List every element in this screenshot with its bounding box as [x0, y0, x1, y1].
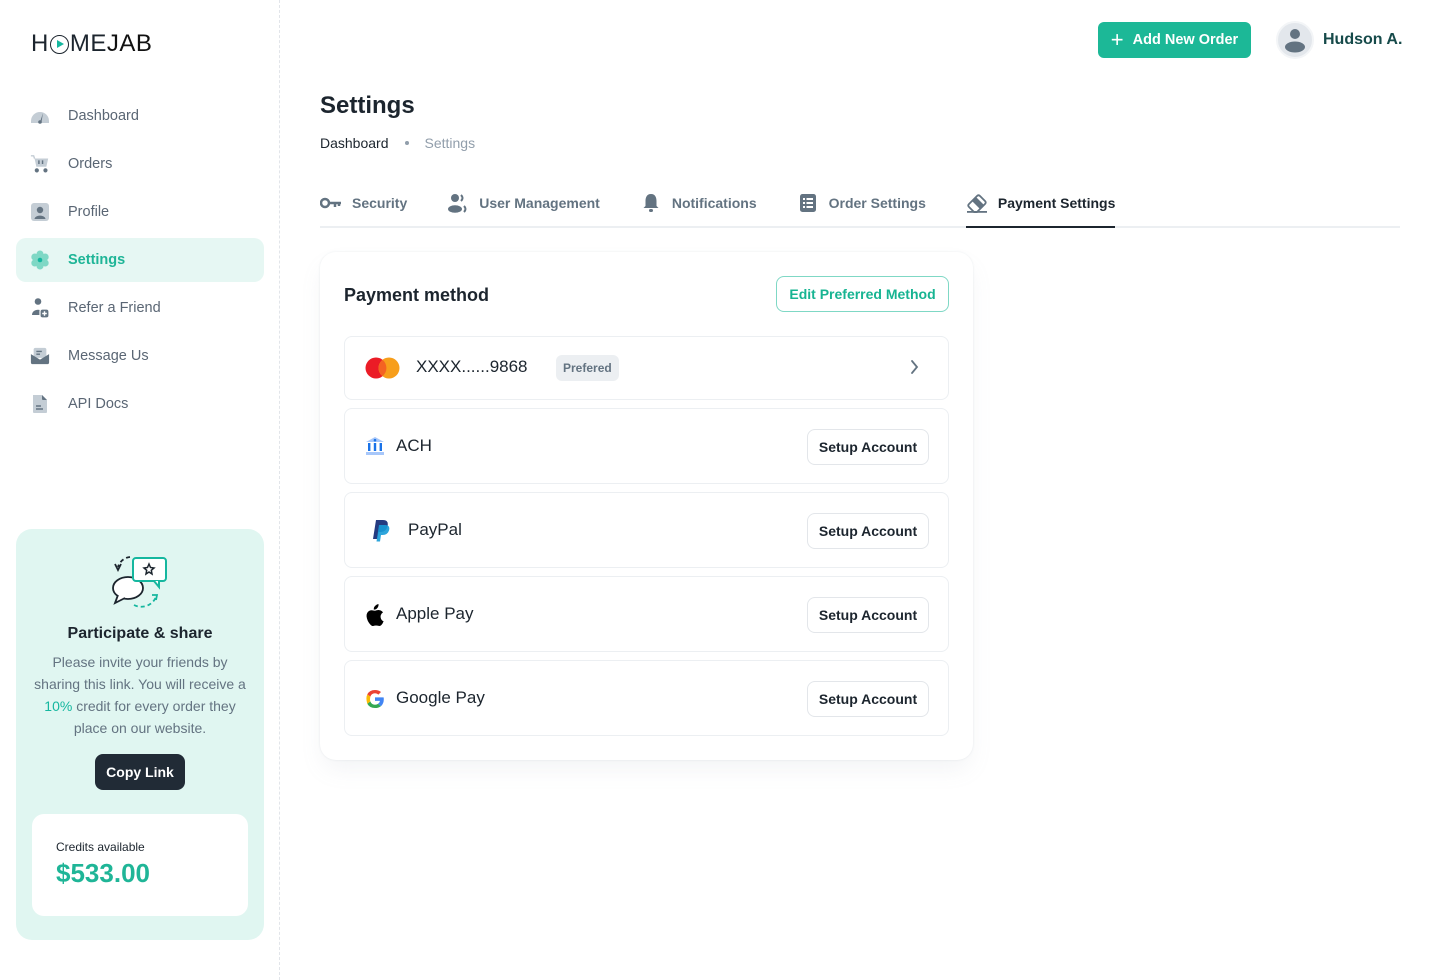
setup-account-button-paypal[interactable]: Setup Account: [807, 513, 929, 549]
avatar[interactable]: [1276, 21, 1314, 59]
homejab-logo[interactable]: H ME JAB: [31, 30, 153, 57]
add-new-order-button[interactable]: + Add New Order: [1098, 22, 1251, 58]
sidebar-item-label: Dashboard: [68, 108, 139, 124]
sidebar-nav: Dashboard Orders Profile Settings Refer …: [16, 94, 264, 430]
method-name: ACH: [396, 436, 432, 455]
user-silhouette-icon: [1285, 29, 1305, 53]
setup-account-button-ach[interactable]: Setup Account: [807, 429, 929, 465]
tab-user-management[interactable]: User Management: [447, 186, 600, 226]
chat-share-illustration-icon: [110, 551, 170, 611]
breadcrumb: Dashboard Settings: [320, 135, 475, 151]
method-name: PayPal: [408, 520, 462, 539]
add-user-icon: [30, 298, 50, 319]
payment-method-paypal: PayPal Setup Account: [344, 492, 949, 568]
sidebar-item-profile[interactable]: Profile: [16, 190, 264, 234]
users-icon: [447, 193, 469, 213]
referral-promo-card: Participate & share Please invite your f…: [16, 529, 264, 940]
card-number: XXXX......9868: [416, 357, 528, 376]
sidebar-item-label: Profile: [68, 204, 110, 220]
mastercard-icon: [365, 357, 401, 379]
method-name: Apple Pay: [396, 604, 474, 623]
sidebar-item-settings[interactable]: Settings: [16, 238, 264, 282]
plus-icon: +: [1110, 27, 1124, 52]
method-name: Google Pay: [396, 688, 485, 707]
credits-label: Credits available: [56, 840, 145, 854]
sidebar-item-orders[interactable]: Orders: [16, 142, 264, 186]
payment-method-ach: ACH Setup Account: [344, 408, 949, 484]
paypal-icon: [372, 520, 390, 542]
promo-title: Participate & share: [67, 625, 213, 642]
settings-tabs: Security User Management Notifications O…: [320, 186, 1400, 228]
logo-text-h: H: [31, 30, 49, 57]
sidebar-item-label: Message Us: [68, 348, 149, 364]
logo-text-jab: JAB: [106, 30, 153, 57]
card-icon: [966, 193, 988, 213]
copy-link-button[interactable]: Copy Link: [95, 754, 185, 790]
credits-panel: Credits available $533.00: [32, 814, 248, 916]
logo-text-me: ME: [69, 30, 107, 57]
payment-method-google-pay: Google Pay Setup Account: [344, 660, 949, 736]
tab-label: Security: [352, 195, 408, 211]
tab-security[interactable]: Security: [320, 186, 407, 226]
bell-icon: [640, 193, 662, 213]
add-new-order-label: Add New Order: [1132, 32, 1239, 48]
edit-preferred-method-button[interactable]: Edit Preferred Method: [776, 276, 949, 312]
gear-icon: [30, 250, 50, 270]
payment-method-title: Payment method: [344, 285, 490, 305]
breadcrumb-dashboard[interactable]: Dashboard: [320, 135, 389, 151]
promo-description: Please invite your friends by sharing th…: [32, 651, 248, 739]
chevron-right-icon[interactable]: [904, 357, 924, 377]
sidebar-item-label: API Docs: [68, 396, 129, 412]
payment-method-card: Payment method Edit Preferred Method XXX…: [320, 252, 973, 760]
breadcrumb-separator: [404, 141, 409, 145]
sidebar-item-refer-a-friend[interactable]: Refer a Friend: [16, 286, 264, 330]
preferred-badge: Prefered: [556, 355, 619, 381]
breadcrumb-settings: Settings: [424, 135, 476, 151]
sidebar-item-message-us[interactable]: Message Us: [16, 334, 264, 378]
user-name[interactable]: Hudson A.: [1323, 31, 1402, 49]
setup-account-button-apple-pay[interactable]: Setup Account: [807, 597, 929, 633]
sidebar-item-api-docs[interactable]: API Docs: [16, 382, 264, 426]
tab-notifications[interactable]: Notifications: [640, 186, 757, 226]
play-logo-icon: [49, 34, 69, 54]
sidebar-item-label: Settings: [68, 252, 126, 268]
promo-highlight-percent: 10%: [44, 698, 73, 714]
sidebar-item-dashboard[interactable]: Dashboard: [16, 94, 264, 138]
tab-label: Order Settings: [828, 195, 926, 211]
tab-label: Notifications: [671, 195, 757, 211]
dashboard-gauge-icon: [30, 106, 50, 126]
cart-icon: [30, 154, 50, 174]
tab-label: Payment Settings: [997, 195, 1116, 211]
bank-icon: [365, 437, 385, 455]
payment-method-apple-pay: Apple Pay Setup Account: [344, 576, 949, 652]
key-icon: [320, 193, 342, 213]
apple-icon: [365, 604, 385, 626]
sidebar-item-label: Refer a Friend: [68, 300, 161, 316]
document-icon: [30, 394, 50, 414]
promo-text-after: credit for every order they place on our…: [72, 698, 236, 736]
credits-value: $533.00: [56, 858, 150, 888]
promo-text-before: Please invite your friends by sharing th…: [34, 654, 246, 692]
receipt-icon: [797, 193, 819, 213]
setup-account-button-google-pay[interactable]: Setup Account: [807, 681, 929, 717]
tab-order-settings[interactable]: Order Settings: [797, 186, 926, 226]
mail-icon: [30, 346, 50, 366]
google-icon: [365, 689, 385, 709]
tab-payment-settings[interactable]: Payment Settings: [965, 186, 1116, 228]
sidebar: H ME JAB Dashboard Orders Profile Settings: [0, 0, 280, 980]
tab-label: User Management: [479, 195, 600, 211]
profile-icon: [30, 202, 50, 222]
page-title: Settings: [320, 92, 415, 119]
preferred-card-row[interactable]: XXXX......9868 Prefered: [344, 336, 949, 400]
sidebar-item-label: Orders: [68, 156, 113, 172]
